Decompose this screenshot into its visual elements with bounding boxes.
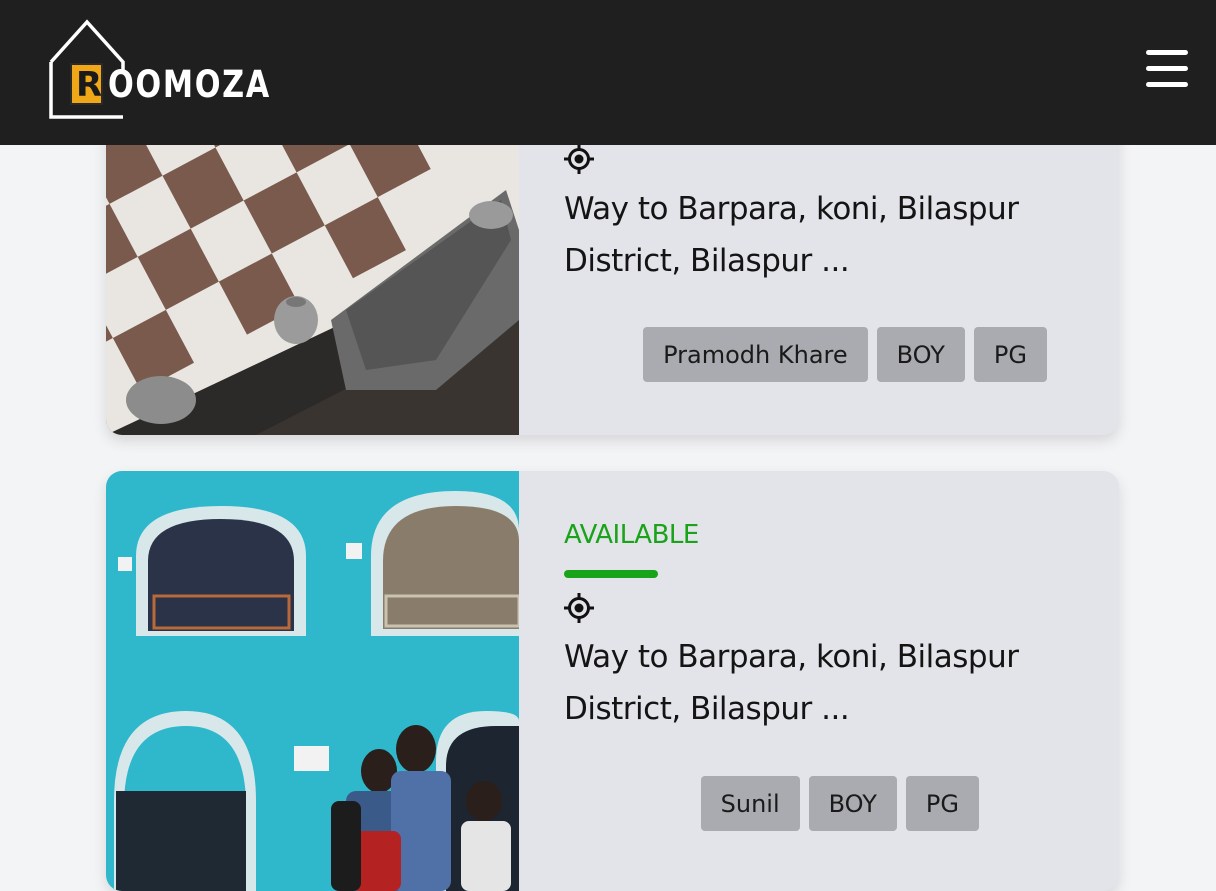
logo-letter: R — [76, 65, 103, 105]
listing-photo-building — [106, 471, 519, 891]
tag-owner[interactable]: Pramodh Khare — [643, 327, 868, 382]
status-underline — [564, 570, 658, 578]
listing-info: AVAILABLE Way to Barpara, koni, Bilaspur… — [519, 471, 1119, 891]
listing-tags: Sunil BOY PG — [700, 776, 979, 831]
roomoza-logo[interactable]: R OOMOZA — [46, 18, 269, 122]
top-navbar: R OOMOZA — [0, 0, 1216, 145]
tag-type[interactable]: PG — [905, 776, 979, 831]
location-target-icon — [564, 593, 594, 623]
tag-owner[interactable]: Sunil — [700, 776, 800, 831]
listing-card[interactable]: AVAILABLE Way to Barpara, koni, Bilaspur… — [106, 471, 1119, 891]
availability-status: AVAILABLE — [564, 520, 699, 550]
listing-tags: Pramodh Khare BOY PG — [643, 327, 1047, 382]
tag-gender[interactable]: BOY — [876, 327, 965, 382]
logo-text: OOMOZA — [108, 63, 271, 106]
tag-gender[interactable]: BOY — [808, 776, 897, 831]
hamburger-menu-icon[interactable] — [1146, 50, 1190, 90]
location-target-icon — [564, 144, 594, 174]
listing-address: Way to Barpara, koni, Bilaspur District,… — [564, 639, 1019, 727]
tag-type[interactable]: PG — [973, 327, 1047, 382]
listing-address: Way to Barpara, koni, Bilaspur District,… — [564, 191, 1019, 279]
